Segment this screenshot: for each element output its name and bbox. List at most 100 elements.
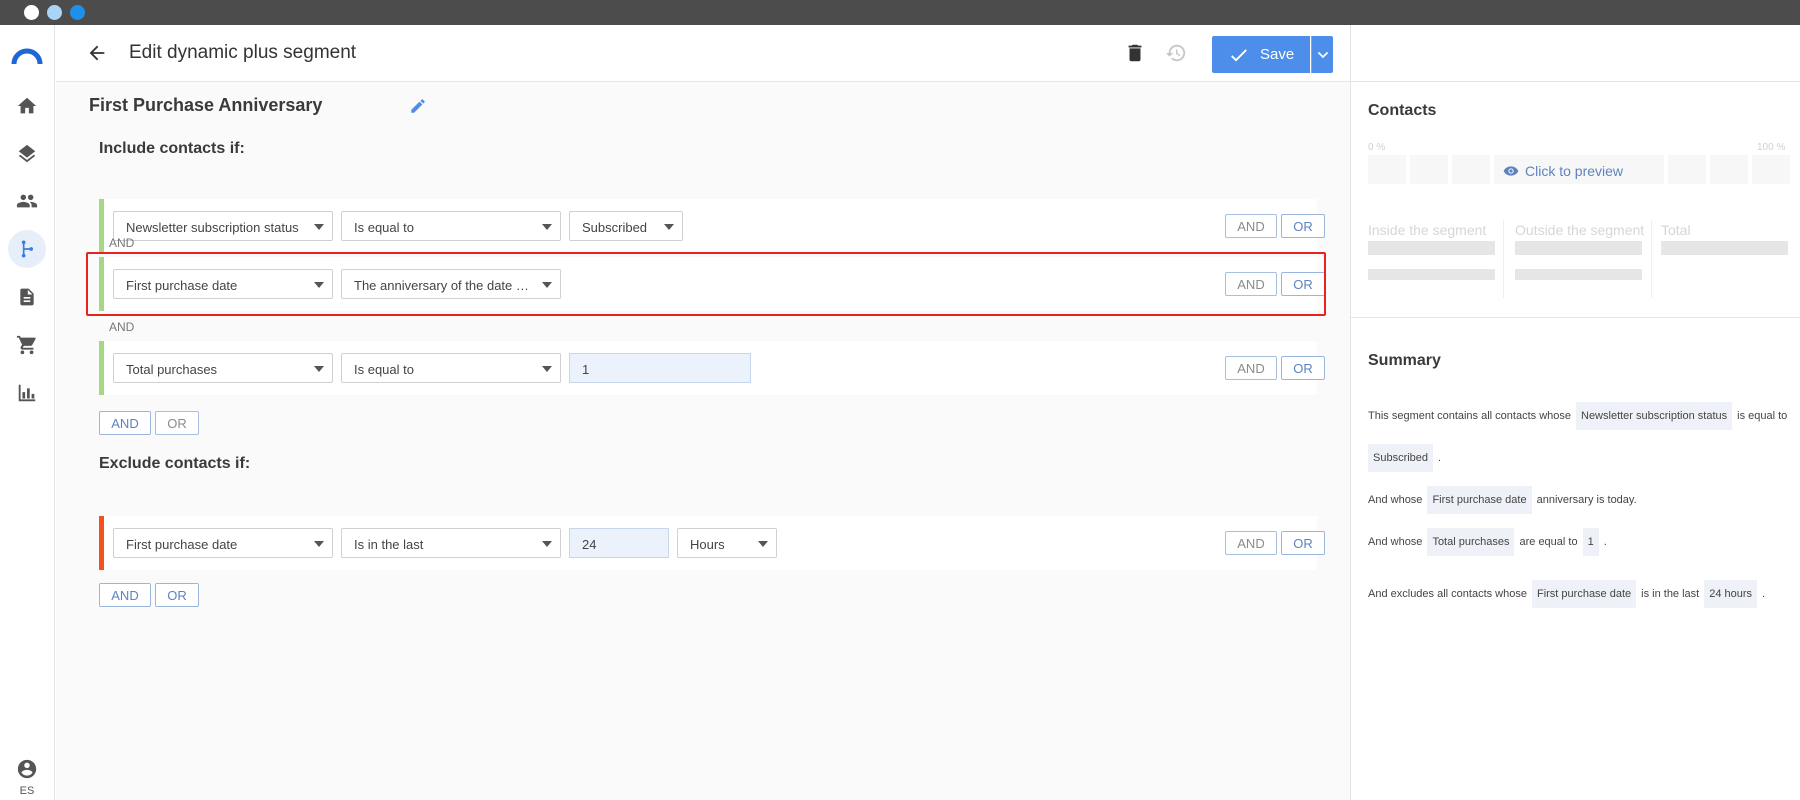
summary-chip: Subscribed <box>1368 444 1434 472</box>
summary-line: And whose Total purchases are equal to 1… <box>1368 528 1607 556</box>
back-arrow-icon[interactable] <box>86 42 108 64</box>
rule-operator-select[interactable]: Is in the last <box>341 528 561 558</box>
select-value: Is equal to <box>354 362 414 377</box>
summary-line: And whose First purchase date anniversar… <box>1368 486 1637 514</box>
pct-max-label: 100 % <box>1757 142 1786 153</box>
window-maximize-button[interactable] <box>70 5 85 20</box>
summary-text: anniversary is today. <box>1536 494 1637 506</box>
preview-cell <box>1410 155 1448 184</box>
rule-or-button[interactable]: OR <box>1281 214 1325 238</box>
right-panel: Contacts 0 % 100 % Click to preview Insi… <box>1350 25 1800 800</box>
segment-name: First Purchase Anniversary <box>89 95 323 115</box>
rule-unit-select[interactable]: Hours <box>677 528 777 558</box>
divider <box>1651 220 1652 298</box>
include-add-and-button[interactable]: AND <box>99 411 151 435</box>
skeleton-bar <box>1368 269 1495 280</box>
join-label: AND <box>109 236 135 250</box>
select-value: Hours <box>690 537 725 552</box>
caret-down-icon <box>314 541 324 547</box>
pencil-icon[interactable] <box>409 97 427 115</box>
page-header: Edit dynamic plus segment Save <box>56 25 1350 82</box>
contacts-title: Contacts <box>1368 102 1437 119</box>
rule-field-select[interactable]: Newsletter subscription status <box>113 211 333 241</box>
rule-value-select[interactable]: Subscribed <box>569 211 683 241</box>
window-close-button[interactable] <box>24 5 39 20</box>
exclude-add-and-button[interactable]: AND <box>99 583 151 607</box>
rule-or-button[interactable]: OR <box>1281 356 1325 380</box>
caret-down-icon <box>314 224 324 230</box>
summary-text: are equal to <box>1519 536 1578 548</box>
select-value: Is in the last <box>354 537 424 552</box>
rule-and-button[interactable]: AND <box>1225 214 1277 238</box>
summary-text: . <box>1603 536 1607 548</box>
caret-down-icon <box>542 366 552 372</box>
summary-line: Subscribed . <box>1368 444 1441 472</box>
history-icon[interactable] <box>1165 42 1187 64</box>
preview-cell <box>1452 155 1490 184</box>
summary-text: And whose <box>1368 494 1423 506</box>
save-button[interactable]: Save <box>1212 36 1310 73</box>
skeleton-bar <box>1515 269 1642 280</box>
outside-segment-label: Outside the segment <box>1515 222 1645 238</box>
rule-or-button[interactable]: OR <box>1281 531 1325 555</box>
click-to-preview-link[interactable]: Click to preview <box>1503 163 1623 179</box>
summary-chip: Total purchases <box>1427 528 1515 556</box>
rule-value-input[interactable]: 1 <box>569 353 751 383</box>
include-add-or-button[interactable]: OR <box>155 411 199 435</box>
trash-icon[interactable] <box>1124 42 1146 64</box>
include-rule-3: Total purchases Is equal to 1 AND OR <box>99 341 1325 395</box>
exclude-rule-1: First purchase date Is in the last 24 Ho… <box>99 516 1325 570</box>
layers-icon[interactable] <box>8 135 46 173</box>
summary-chip: 1 <box>1582 528 1599 556</box>
summary-text: is in the last <box>1641 588 1700 600</box>
summary-chip: 24 hours <box>1704 580 1758 608</box>
skeleton-bar <box>1661 241 1788 255</box>
rule-bar <box>99 199 104 253</box>
summary-chip: First purchase date <box>1531 580 1637 608</box>
rule-field-select[interactable]: Total purchases <box>113 353 333 383</box>
summary-text: This segment contains all contacts whose <box>1368 410 1571 422</box>
home-icon[interactable] <box>8 87 46 125</box>
page-title: Edit dynamic plus segment <box>129 42 357 63</box>
bar-chart-icon[interactable] <box>8 374 46 412</box>
logo-icon[interactable] <box>8 37 46 75</box>
people-icon[interactable] <box>8 182 46 220</box>
join-label: AND <box>109 320 135 334</box>
summary-line: This segment contains all contacts whose… <box>1368 402 1787 430</box>
chevron-down-icon <box>1317 51 1328 58</box>
window-titlebar <box>0 0 1800 25</box>
total-label: Total <box>1661 222 1691 238</box>
rule-bar <box>99 516 104 570</box>
rule-field-select[interactable]: First purchase date <box>113 528 333 558</box>
divider <box>1503 220 1504 298</box>
rule-and-button[interactable]: AND <box>1225 531 1277 555</box>
save-options-dropdown[interactable] <box>1311 36 1333 73</box>
cart-icon[interactable] <box>8 326 46 364</box>
rule-operator-select[interactable]: Is equal to <box>341 211 561 241</box>
eye-icon <box>1503 166 1519 176</box>
save-label: Save <box>1260 46 1295 63</box>
exclude-title: Exclude contacts if: <box>99 455 251 472</box>
rule-operator-select[interactable]: Is equal to <box>341 353 561 383</box>
exclude-add-or-button[interactable]: OR <box>155 583 199 607</box>
sidebar: ES <box>0 25 55 800</box>
user-profile[interactable]: ES <box>8 758 46 797</box>
main-content: Edit dynamic plus segment Save First Pur… <box>56 25 1350 800</box>
user-initials: ES <box>19 785 35 797</box>
document-icon[interactable] <box>8 278 46 316</box>
summary-title: Summary <box>1368 352 1441 369</box>
right-panel-header <box>1351 25 1800 82</box>
select-value: Subscribed <box>582 220 648 235</box>
preview-cell <box>1710 155 1748 184</box>
preview-cell <box>1668 155 1706 184</box>
summary-text: . <box>1438 452 1442 464</box>
preview-cell <box>1752 155 1790 184</box>
rule-and-button[interactable]: AND <box>1225 356 1277 380</box>
segment-icon[interactable] <box>8 230 46 268</box>
skeleton-bar <box>1368 241 1495 255</box>
caret-down-icon <box>542 541 552 547</box>
preview-cell <box>1368 155 1406 184</box>
rule-value-input[interactable]: 24 <box>569 528 669 558</box>
window-minimize-button[interactable] <box>47 5 62 20</box>
select-value: Is equal to <box>354 220 414 235</box>
